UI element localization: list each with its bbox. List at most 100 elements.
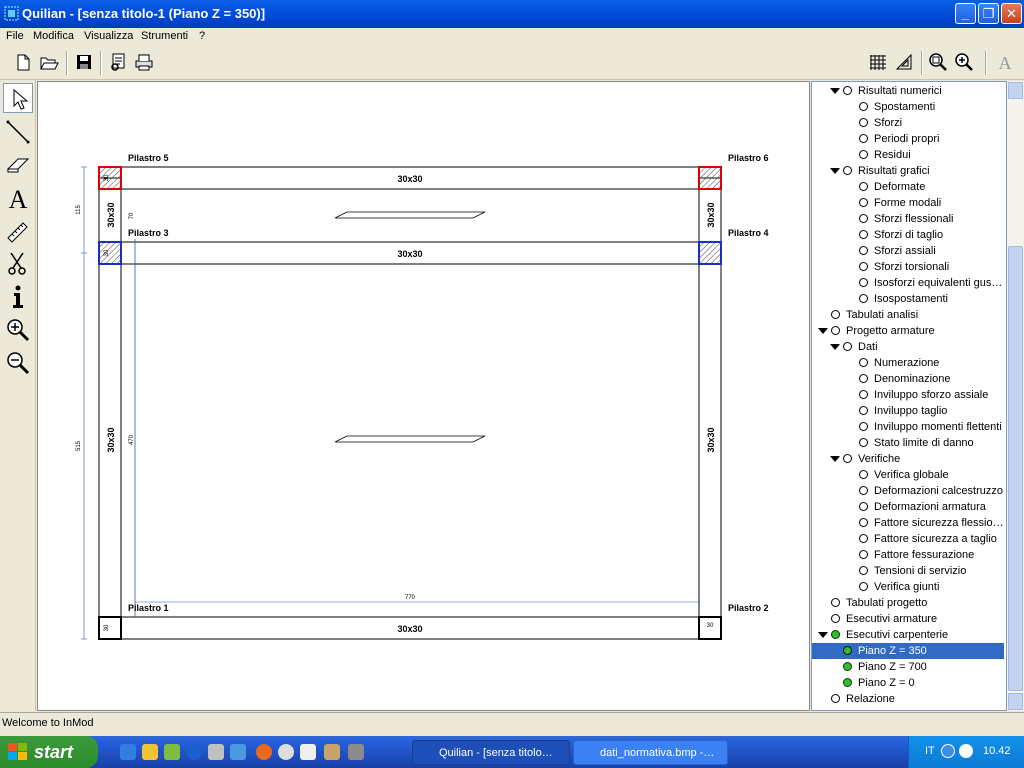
tree-item[interactable]: Tabulati analisi xyxy=(812,307,1006,323)
tree-item[interactable]: Esecutivi armature xyxy=(812,611,1006,627)
tree-item[interactable]: Sforzi assiali xyxy=(812,243,1006,259)
tree-item[interactable]: Denominazione xyxy=(812,371,1006,387)
tree-item[interactable]: Inviluppo taglio xyxy=(812,403,1006,419)
tree-item[interactable]: Risultati grafici xyxy=(812,163,1006,179)
tree-item[interactable]: Verifica giunti xyxy=(812,579,1006,595)
tree-item[interactable]: Verifica globale xyxy=(812,467,1006,483)
cd-icon[interactable] xyxy=(278,744,294,760)
tree-item[interactable]: Sforzi di taglio xyxy=(812,227,1006,243)
set-square-icon[interactable] xyxy=(893,51,915,73)
folder-icon[interactable] xyxy=(142,744,158,760)
firefox-icon[interactable] xyxy=(256,744,272,760)
network-icon[interactable] xyxy=(230,744,246,760)
tree-item[interactable]: Numerazione xyxy=(812,355,1006,371)
expand-arrow-icon[interactable] xyxy=(830,88,840,94)
tree-item[interactable]: Isosforzi equivalenti gus… xyxy=(812,275,1006,291)
expand-arrow-icon[interactable] xyxy=(830,344,840,350)
open-folder-icon[interactable] xyxy=(38,51,60,73)
menu-help[interactable]: ? xyxy=(199,28,205,46)
save-icon[interactable] xyxy=(73,51,95,73)
tray-app-icon[interactable] xyxy=(959,744,973,758)
expand-arrow-icon[interactable] xyxy=(818,632,828,638)
media-icon[interactable] xyxy=(164,744,180,760)
expand-arrow-icon[interactable] xyxy=(830,456,840,462)
expand-arrow-icon[interactable] xyxy=(818,328,828,334)
ie-icon[interactable] xyxy=(120,744,136,760)
tree-item[interactable]: Sforzi flessionali xyxy=(812,211,1006,227)
expand-arrow-icon[interactable] xyxy=(830,168,840,174)
zoom-in-tool-icon[interactable] xyxy=(3,315,33,345)
tree-item[interactable]: Isospostamenti xyxy=(812,291,1006,307)
help-icon[interactable] xyxy=(186,744,202,760)
measure-icon[interactable] xyxy=(3,216,33,246)
zoom-out-tool-icon[interactable] xyxy=(3,348,33,378)
tree-item[interactable]: Inviluppo momenti flettenti xyxy=(812,419,1006,435)
task-dati-normativa[interactable]: dati_normativa.bmp -… xyxy=(573,740,728,765)
start-button[interactable]: start xyxy=(0,736,98,768)
tree-item[interactable]: Dati xyxy=(812,339,1006,355)
tree-item[interactable]: Periodi propri xyxy=(812,131,1006,147)
cut-icon[interactable] xyxy=(3,249,33,279)
tree-item[interactable]: Stato limite di danno xyxy=(812,435,1006,451)
minimize-button[interactable]: _ xyxy=(955,3,976,24)
pillar-5[interactable] xyxy=(98,166,122,190)
tree-item[interactable]: Deformazioni calcestruzzo xyxy=(812,483,1006,499)
language-indicator[interactable]: IT xyxy=(925,745,935,757)
tree-item[interactable]: Inviluppo sforzo assiale xyxy=(812,387,1006,403)
tree-item[interactable]: Esecutivi carpenterie xyxy=(812,627,1006,643)
pillar-3[interactable] xyxy=(98,241,122,265)
tree-item[interactable]: Spostamenti xyxy=(812,99,1006,115)
menu-file[interactable]: File xyxy=(6,28,24,46)
menu-strumenti[interactable]: Strumenti xyxy=(141,28,188,46)
tree-item[interactable]: Forme modali xyxy=(812,195,1006,211)
app-shortcut-icon[interactable] xyxy=(348,744,364,760)
paint-icon[interactable] xyxy=(324,744,340,760)
tree-item[interactable]: Relazione xyxy=(812,691,1006,707)
line-icon[interactable] xyxy=(3,117,33,147)
pillar-4[interactable] xyxy=(698,241,722,265)
pointer-icon[interactable] xyxy=(3,83,33,113)
tree-scrollbar[interactable] xyxy=(1007,81,1024,711)
task-quilian[interactable]: Quilian - [senza titolo… xyxy=(412,740,570,765)
zoom-in-icon[interactable] xyxy=(953,51,975,73)
tree-item[interactable]: Sforzi torsionali xyxy=(812,259,1006,275)
tree-item[interactable]: Fattore sicurezza flessio… xyxy=(812,515,1006,531)
tree-item[interactable]: Tensioni di servizio xyxy=(812,563,1006,579)
tree-item[interactable]: Tabulati progetto xyxy=(812,595,1006,611)
scroll-up-button[interactable] xyxy=(1008,82,1023,99)
pillar-1[interactable] xyxy=(98,616,122,640)
tree-item[interactable]: Sforzi xyxy=(812,115,1006,131)
print-icon[interactable] xyxy=(133,51,155,73)
tree-item[interactable]: Piano Z = 350 xyxy=(812,643,1004,659)
scroll-thumb[interactable] xyxy=(1008,246,1023,691)
zoom-window-icon[interactable] xyxy=(927,51,949,73)
new-file-icon[interactable] xyxy=(12,51,34,73)
tree-item[interactable]: Deformazioni armatura xyxy=(812,499,1006,515)
tree-item[interactable]: Piano Z = 0 xyxy=(812,675,1006,691)
tree-item[interactable]: Verifiche xyxy=(812,451,1006,467)
close-button[interactable]: ✕ xyxy=(1001,3,1022,24)
print-preview-icon[interactable] xyxy=(107,51,129,73)
notepad-icon[interactable] xyxy=(300,744,316,760)
text-tool-icon[interactable]: A xyxy=(3,183,33,214)
maximize-button[interactable]: ❐ xyxy=(978,3,999,24)
drawing-canvas[interactable]: Pilastro 5 Pilastro 6 Pilastro 3 Pilastr… xyxy=(37,81,810,711)
tree-item[interactable]: Progetto armature xyxy=(812,323,1006,339)
menu-modifica[interactable]: Modifica xyxy=(33,28,74,46)
project-tree[interactable]: Risultati numerici Spostamenti Sforzi Perio… xyxy=(811,81,1007,711)
text-icon[interactable]: A xyxy=(994,51,1016,73)
menu-visualizza[interactable]: Visualizza xyxy=(84,28,133,46)
tree-item[interactable]: Deformate xyxy=(812,179,1006,195)
scroll-down-button[interactable] xyxy=(1008,693,1023,710)
tree-item[interactable]: Residui xyxy=(812,147,1006,163)
tree-item[interactable]: Risultati numerici xyxy=(812,83,1006,99)
grid-icon[interactable] xyxy=(867,51,889,73)
pillar-6[interactable] xyxy=(698,166,722,190)
eraser-icon[interactable] xyxy=(3,150,33,180)
tree-item[interactable]: Fattore fessurazione xyxy=(812,547,1006,563)
info-icon[interactable] xyxy=(3,282,33,312)
tree-item[interactable]: Fattore sicurezza a taglio xyxy=(812,531,1006,547)
tree-item[interactable]: Piano Z = 700 xyxy=(812,659,1006,675)
tools-icon[interactable] xyxy=(208,744,224,760)
tray-back-icon[interactable] xyxy=(941,744,955,758)
